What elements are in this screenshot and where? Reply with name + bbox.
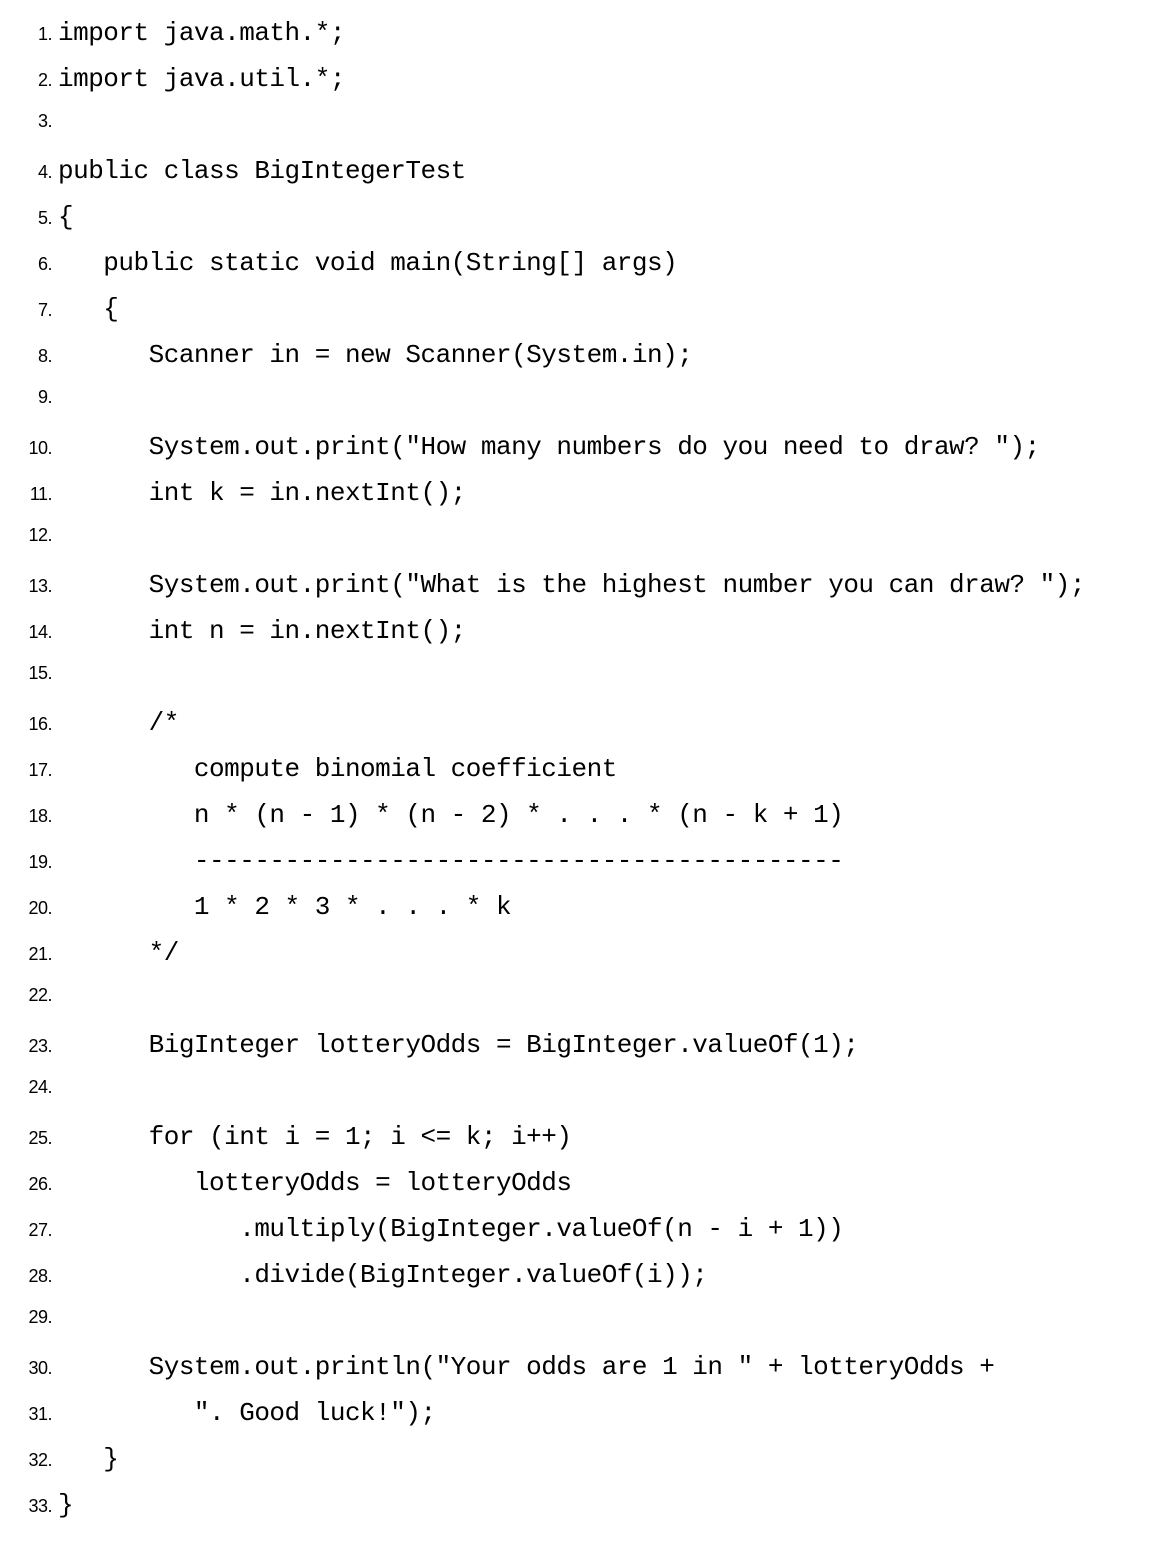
line-number: 25. <box>10 1129 58 1147</box>
code-text: public class BigIntegerTest <box>58 158 466 184</box>
code-line: 17. compute binomial coefficient <box>10 756 1166 802</box>
code-text: System.out.println("Your odds are 1 in "… <box>58 1354 994 1380</box>
line-number: 5. <box>10 209 58 227</box>
code-text: lotteryOdds = lotteryOdds <box>58 1170 572 1196</box>
line-number: 9. <box>10 388 58 406</box>
line-number: 30. <box>10 1359 58 1377</box>
code-text: ----------------------------------------… <box>58 848 843 874</box>
line-number: 14. <box>10 623 58 641</box>
line-number: 33. <box>10 1497 58 1515</box>
line-number: 17. <box>10 761 58 779</box>
line-number: 3. <box>10 112 58 130</box>
line-number: 15. <box>10 664 58 682</box>
code-line: 23. BigInteger lotteryOdds = BigInteger.… <box>10 1032 1166 1078</box>
code-line: 14. int n = in.nextInt(); <box>10 618 1166 664</box>
code-text: .multiply(BigInteger.valueOf(n - i + 1)) <box>58 1216 843 1242</box>
code-line: 4. public class BigIntegerTest <box>10 158 1166 204</box>
code-line: 12. <box>10 526 1166 572</box>
code-text: } <box>58 1446 118 1472</box>
line-number: 27. <box>10 1221 58 1239</box>
code-text: ". Good luck!"); <box>58 1400 436 1426</box>
code-text: n * (n - 1) * (n - 2) * . . . * (n - k +… <box>58 802 843 828</box>
line-number: 24. <box>10 1078 58 1096</box>
line-number: 13. <box>10 577 58 595</box>
code-line: 24. <box>10 1078 1166 1124</box>
code-line: 32. } <box>10 1446 1166 1492</box>
code-text: for (int i = 1; i <= k; i++) <box>58 1124 572 1150</box>
code-text: import java.math.*; <box>58 20 345 46</box>
code-line: 26. lotteryOdds = lotteryOdds <box>10 1170 1166 1216</box>
line-number: 10. <box>10 439 58 457</box>
code-text: int k = in.nextInt(); <box>58 480 466 506</box>
code-text: System.out.print("What is the highest nu… <box>58 572 1085 598</box>
line-number: 11. <box>10 485 58 503</box>
line-number: 23. <box>10 1037 58 1055</box>
line-number: 16. <box>10 715 58 733</box>
code-line: 29. <box>10 1308 1166 1354</box>
line-number: 32. <box>10 1451 58 1469</box>
code-text: compute binomial coefficient <box>58 756 617 782</box>
line-number: 31. <box>10 1405 58 1423</box>
code-listing: 1. import java.math.*; 2. import java.ut… <box>10 20 1166 1538</box>
code-text: /* <box>58 710 179 736</box>
line-number: 8. <box>10 347 58 365</box>
code-line: 1. import java.math.*; <box>10 20 1166 66</box>
code-text: public static void main(String[] args) <box>58 250 677 276</box>
code-line: 2. import java.util.*; <box>10 66 1166 112</box>
code-line: 18. n * (n - 1) * (n - 2) * . . . * (n -… <box>10 802 1166 848</box>
code-line: 10. System.out.print("How many numbers d… <box>10 434 1166 480</box>
code-text: { <box>58 296 118 322</box>
code-line: 31. ". Good luck!"); <box>10 1400 1166 1446</box>
code-text: { <box>58 204 73 230</box>
line-number: 4. <box>10 163 58 181</box>
code-line: 5. { <box>10 204 1166 250</box>
line-number: 12. <box>10 526 58 544</box>
code-line: 3. <box>10 112 1166 158</box>
code-line: 19. ------------------------------------… <box>10 848 1166 894</box>
code-text: BigInteger lotteryOdds = BigInteger.valu… <box>58 1032 858 1058</box>
line-number: 26. <box>10 1175 58 1193</box>
code-line: 33. } <box>10 1492 1166 1538</box>
code-line: 20. 1 * 2 * 3 * . . . * k <box>10 894 1166 940</box>
line-number: 2. <box>10 71 58 89</box>
code-line: 21. */ <box>10 940 1166 986</box>
line-number: 29. <box>10 1308 58 1326</box>
code-line: 16. /* <box>10 710 1166 756</box>
code-text: */ <box>58 940 179 966</box>
line-number: 6. <box>10 255 58 273</box>
code-text: System.out.print("How many numbers do yo… <box>58 434 1040 460</box>
code-text: int n = in.nextInt(); <box>58 618 466 644</box>
code-text: .divide(BigInteger.valueOf(i)); <box>58 1262 707 1288</box>
code-line: 30. System.out.println("Your odds are 1 … <box>10 1354 1166 1400</box>
code-line: 13. System.out.print("What is the highes… <box>10 572 1166 618</box>
line-number: 28. <box>10 1267 58 1285</box>
code-line: 25. for (int i = 1; i <= k; i++) <box>10 1124 1166 1170</box>
line-number: 7. <box>10 301 58 319</box>
line-number: 19. <box>10 853 58 871</box>
code-text: 1 * 2 * 3 * . . . * k <box>58 894 511 920</box>
code-line: 22. <box>10 986 1166 1032</box>
line-number: 18. <box>10 807 58 825</box>
code-text: Scanner in = new Scanner(System.in); <box>58 342 692 368</box>
code-line: 9. <box>10 388 1166 434</box>
code-text: } <box>58 1492 73 1518</box>
code-line: 6. public static void main(String[] args… <box>10 250 1166 296</box>
code-line: 11. int k = in.nextInt(); <box>10 480 1166 526</box>
line-number: 22. <box>10 986 58 1004</box>
line-number: 21. <box>10 945 58 963</box>
line-number: 20. <box>10 899 58 917</box>
line-number: 1. <box>10 25 58 43</box>
code-line: 15. <box>10 664 1166 710</box>
code-text: import java.util.*; <box>58 66 345 92</box>
code-line: 7. { <box>10 296 1166 342</box>
code-line: 8. Scanner in = new Scanner(System.in); <box>10 342 1166 388</box>
code-line: 27. .multiply(BigInteger.valueOf(n - i +… <box>10 1216 1166 1262</box>
code-line: 28. .divide(BigInteger.valueOf(i)); <box>10 1262 1166 1308</box>
